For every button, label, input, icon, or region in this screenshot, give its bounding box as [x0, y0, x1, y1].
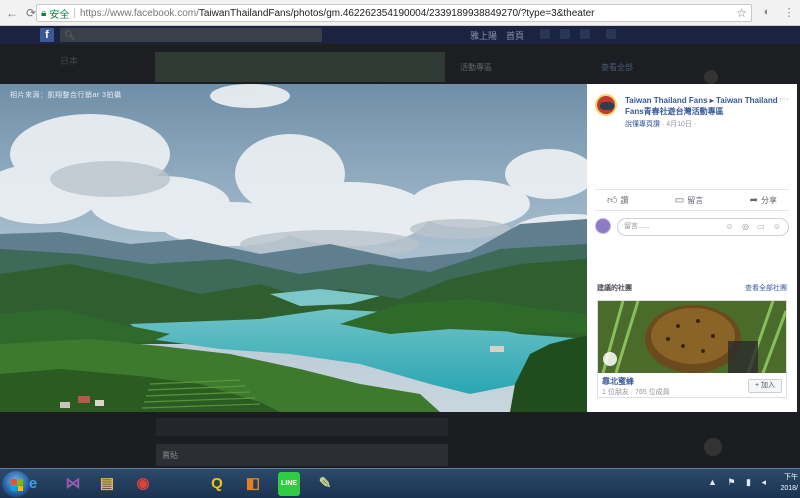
- extension-icon[interactable]: ◐: [760, 6, 774, 20]
- post-meta: 說懂專頁讚 · 4月10日 ·: [625, 119, 696, 129]
- background-avatar: [704, 438, 722, 456]
- theater-photo[interactable]: 相片來源：凱翔整合行銷ar 3拍攝: [0, 84, 587, 412]
- secure-label: 安全: [49, 9, 70, 21]
- background-right-header: 活動專區: [460, 63, 492, 72]
- background-avatar: [704, 70, 718, 84]
- suggested-groups-heading: 建議的社團: [597, 285, 632, 292]
- comment-input[interactable]: 留言...... ☺ ◎ ▭ ☺: [617, 218, 789, 236]
- background-left-text: 日本: [60, 56, 79, 66]
- share-arrow-icon: ➦: [749, 194, 758, 206]
- share-label: 分享: [760, 195, 777, 205]
- see-all-groups-link[interactable]: 查看全部社團: [745, 283, 787, 293]
- post-date[interactable]: · 4月10日 ·: [662, 121, 696, 128]
- background-label: 賣貼: [162, 451, 178, 460]
- clock-time: 下午: [784, 474, 798, 481]
- post-title[interactable]: Taiwan Thailand Fans ▸ Taiwan Thailand F…: [625, 95, 785, 117]
- address-bar[interactable]: 🔒︎ 安全 | https://www.facebook.com/TaiwanT…: [36, 4, 752, 22]
- like-label: 讚: [620, 195, 629, 205]
- landscape-photo: [0, 84, 587, 412]
- lock-icon: 🔒︎: [41, 7, 47, 19]
- suggested-group-card[interactable]: 靠北蜜蜂 1 位朋友 · 765 位成員 + 加入: [597, 300, 787, 398]
- clock-date: 2018/: [780, 485, 798, 492]
- browser-toolbar: ← ⟳ 🔒︎ 安全 | https://www.facebook.com/Tai…: [0, 0, 800, 26]
- menu-icon[interactable]: ⋮: [782, 6, 796, 20]
- visual-studio-icon[interactable]: ⋈: [58, 472, 88, 496]
- like-button[interactable]: 👍︎ 讚: [607, 194, 628, 206]
- post-actions: 👍︎ 讚 ▭ 留言 ➦ 分享: [595, 189, 789, 211]
- facebook-logo-icon[interactable]: f: [40, 28, 54, 42]
- outlook-icon[interactable]: ◧: [238, 472, 268, 496]
- profile-link[interactable]: 雅上陽: [470, 29, 497, 42]
- more-options-icon[interactable]: ⋯: [779, 94, 789, 105]
- photo-credit: 相片來源：凱翔整合行銷ar 3拍攝: [10, 92, 122, 99]
- line-icon[interactable]: LINE: [278, 472, 300, 496]
- join-group-button[interactable]: + 加入: [748, 379, 782, 393]
- thumbs-up-icon: 👍︎: [607, 195, 618, 206]
- background-page-lower: 賣貼: [0, 412, 800, 468]
- windows-taskbar: e ⋈ ▤ ◉ Q ◧ LINE ✎ ▲ ⚑ ▮ ◂ 下午 2018/: [0, 468, 800, 498]
- url-text: https://www.facebook.com/TaiwanThailandF…: [80, 8, 595, 19]
- share-button[interactable]: ➦ 分享: [750, 195, 777, 206]
- home-link[interactable]: 首頁: [506, 29, 524, 42]
- post-author-sub[interactable]: 說懂專頁讚: [625, 121, 660, 128]
- avatar: [595, 218, 611, 234]
- background-card: [156, 418, 448, 436]
- comment-attachment-icons[interactable]: ☺ ◎ ▭ ☺: [725, 219, 784, 235]
- star-icon[interactable]: ☆: [736, 6, 747, 20]
- taskbar-clock[interactable]: 下午 2018/: [780, 472, 798, 494]
- notepad-icon[interactable]: ✎: [310, 472, 340, 496]
- messages-icon[interactable]: [560, 29, 570, 39]
- bee-swarm-photo: [598, 301, 786, 373]
- url-separator: |: [73, 7, 76, 19]
- help-icon[interactable]: [606, 29, 616, 39]
- post-side-panel: Taiwan Thailand Fans ▸ Taiwan Thailand F…: [587, 84, 797, 412]
- comment-button[interactable]: ▭ 留言: [675, 195, 703, 206]
- group-stats: 1 位朋友 · 765 位成員: [602, 389, 670, 396]
- background-card-label: 賣貼: [156, 444, 448, 466]
- background-right-link: 查看全部: [601, 63, 633, 72]
- background-page: 日本 活動專區 查看全部: [0, 44, 800, 84]
- speech-bubble-icon: ▭: [674, 194, 685, 206]
- comment-composer: 留言...... ☺ ◎ ▭ ☺: [595, 215, 789, 239]
- ie-icon[interactable]: e: [18, 472, 48, 496]
- facebook-header: f 🔍︎ 雅上陽 首頁: [0, 26, 800, 44]
- url-prefix: https://www.facebook.com/: [79, 7, 199, 19]
- comment-placeholder: 留言......: [624, 223, 650, 230]
- friends-icon[interactable]: [540, 29, 550, 39]
- file-explorer-icon[interactable]: ▤: [92, 472, 122, 496]
- facebook-search-input[interactable]: 🔍︎: [60, 28, 322, 42]
- chrome-icon[interactable]: ◉: [128, 472, 158, 496]
- group-name[interactable]: 靠北蜜蜂: [602, 376, 634, 387]
- back-arrow-icon[interactable]: ←: [5, 6, 19, 20]
- group-cover-image[interactable]: [598, 301, 786, 373]
- comment-label: 留言: [687, 195, 704, 205]
- keyboard-icon[interactable]: Q: [202, 472, 232, 496]
- notifications-icon[interactable]: [580, 29, 590, 39]
- background-cover-image: [155, 52, 445, 82]
- system-tray-icons[interactable]: ▲ ⚑ ▮ ◂: [708, 477, 770, 488]
- page-avatar[interactable]: [595, 94, 617, 116]
- url-path: TaiwanThailandFans/photos/gm.46226235419…: [198, 7, 595, 19]
